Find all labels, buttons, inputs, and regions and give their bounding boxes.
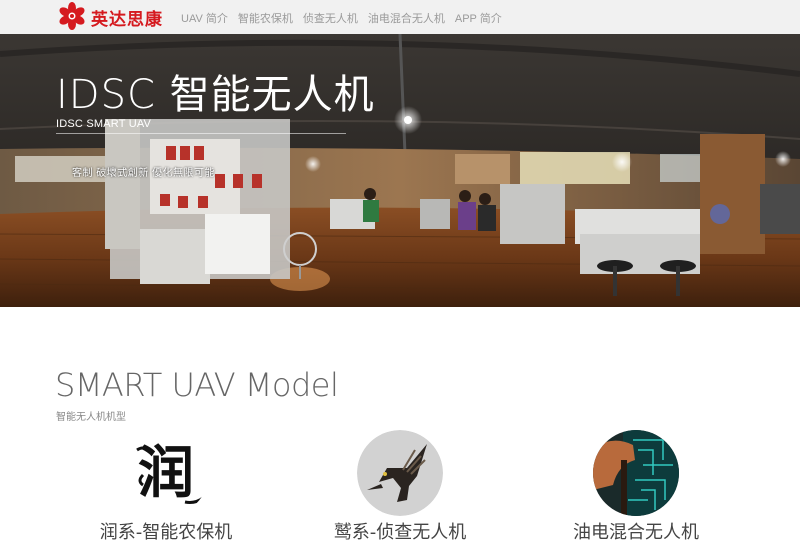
nav-link-app-intro[interactable]: APP 简介 [455,10,502,26]
brand-name: 英达思康 [91,9,163,30]
hero-banner: IDSC 智能无人机 IDSC SMART UAV 客制 破壞式創新 優化無限可… [0,34,800,307]
brand-logo[interactable]: 英达思康 [57,1,163,30]
flower-logo-icon [59,1,85,30]
model-card-agri[interactable]: 润 润系-智能农保机 [100,430,232,543]
hero-divider [56,133,346,134]
top-navbar: 英达思康 UAV 简介 智能农保机 侦查无人机 油电混合无人机 APP 简介 [0,0,800,34]
model-caption-hybrid: 油电混合无人机 [573,522,699,543]
nav-link-hybrid-drone[interactable]: 油电混合无人机 [368,10,445,26]
model-card-recon[interactable]: 鹫系-侦查无人机 [334,430,466,543]
model-caption-recon: 鹫系-侦查无人机 [333,522,467,543]
eagle-icon [357,430,443,516]
calligraphy-run-icon: 润 [123,430,209,516]
model-caption-agri: 润系-智能农保机 [99,522,233,543]
circuit-board-hand-icon [593,430,679,516]
nav-link-agri-drone[interactable]: 智能农保机 [238,10,293,26]
model-card-hybrid[interactable]: 油电混合无人机 [573,430,699,543]
models-section-title: SMART UAV Model [55,366,339,404]
hero-slogan: 客制 破壞式創新 優化無限可能 [72,168,216,179]
models-section-subtitle: 智能无人机机型 [56,412,126,423]
nav-link-recon-drone[interactable]: 侦查无人机 [303,10,358,26]
hero-subtitle: IDSC SMART UAV [56,118,152,130]
hero-title: IDSC 智能无人机 [56,72,375,118]
nav-link-uav-intro[interactable]: UAV 简介 [181,10,228,26]
nav-links: UAV 简介 智能农保机 侦查无人机 油电混合无人机 APP 简介 [181,10,512,26]
